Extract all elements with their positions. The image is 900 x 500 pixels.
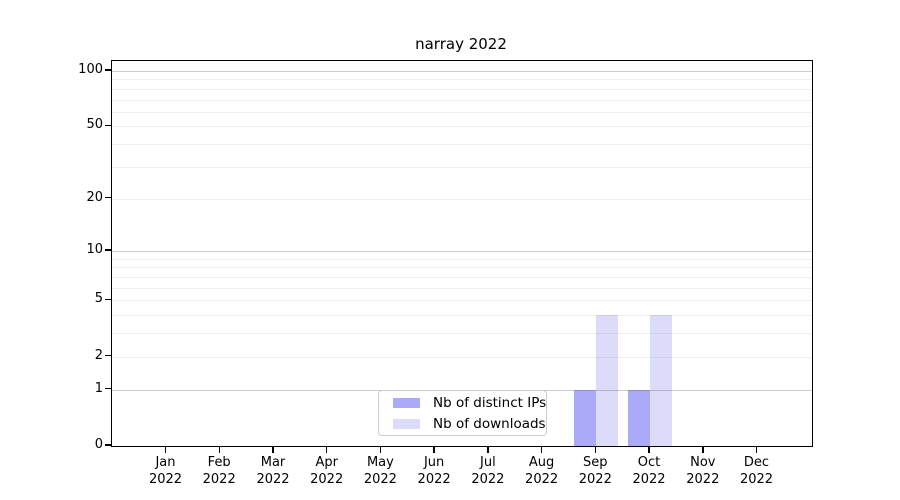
x-tick-mark [594, 446, 597, 453]
x-tick-mark [487, 446, 489, 453]
y-tick-mark [105, 387, 111, 390]
x-tick-mark [702, 446, 704, 453]
y-tick-mark [105, 124, 111, 127]
chart-title: narray 2022 [415, 35, 507, 53]
gridline-minor [112, 267, 812, 269]
gridline-minor [112, 166, 812, 168]
x-tick-mark [218, 446, 220, 453]
gridline-minor [112, 126, 812, 128]
gridline-minor [112, 333, 812, 335]
gridline-minor [112, 287, 812, 289]
gridline-minor [112, 144, 812, 146]
chart-root: narray 2022 100 50 20 10 5 2 1 0 Jan 2022 Feb 2022… [0, 0, 900, 500]
gridline-minor [112, 198, 812, 200]
legend-entry-downloads: Nb of downloads [387, 416, 546, 432]
y-tick-label: 1 [94, 380, 103, 396]
y-tick-label: 0 [94, 437, 103, 452]
gridline-minor [112, 258, 812, 260]
legend-label-distinct-ips: Nb of distinct IPs [433, 394, 547, 411]
legend: Nb of distinct IPs Nb of downloads [378, 390, 547, 436]
gridline-minor [112, 111, 812, 113]
plot-area [111, 60, 813, 447]
y-tick-label: 50 [86, 117, 103, 133]
x-tick-mark [648, 446, 650, 453]
gridline-minor [112, 277, 812, 278]
y-tick-mark [105, 196, 111, 199]
y-tick-mark [105, 354, 111, 357]
x-tick-mark [272, 446, 274, 453]
y-tick-label: 2 [94, 347, 103, 363]
bar-distinct-ips [628, 389, 650, 446]
x-tick-mark [540, 446, 543, 453]
y-tick-label: 5 [94, 291, 103, 307]
x-tick-mark [433, 446, 435, 453]
bar-downloads [596, 315, 619, 446]
bar-distinct-ips [574, 389, 597, 446]
x-tick-label: Dec 2022 [739, 455, 774, 487]
legend-swatch-downloads [393, 418, 420, 429]
gridline-minor [112, 99, 812, 101]
bar-downloads [650, 315, 672, 446]
gridline-minor [112, 356, 812, 358]
y-tick-mark [105, 444, 111, 446]
gridline-minor [112, 300, 812, 302]
y-tick-mark [105, 249, 111, 251]
y-tick-label: 10 [86, 242, 103, 258]
y-tick-label: 20 [86, 189, 103, 205]
x-tick-mark [755, 446, 758, 453]
y-tick-mark [105, 298, 111, 301]
legend-swatch-distinct-ips [393, 397, 420, 408]
gridline-minor [112, 79, 812, 81]
legend-entry-distinct-ips: Nb of distinct IPs [387, 395, 546, 411]
gridline-minor [112, 315, 812, 317]
x-tick-mark [164, 446, 167, 453]
legend-label-downloads: Nb of downloads [433, 415, 546, 432]
y-tick-mark [105, 69, 111, 71]
x-tick-mark [325, 446, 328, 453]
y-tick-label: 100 [78, 61, 103, 77]
gridline-major [112, 251, 812, 253]
gridline-minor [112, 88, 812, 90]
x-tick-mark [379, 446, 382, 453]
gridline-major [112, 70, 812, 72]
